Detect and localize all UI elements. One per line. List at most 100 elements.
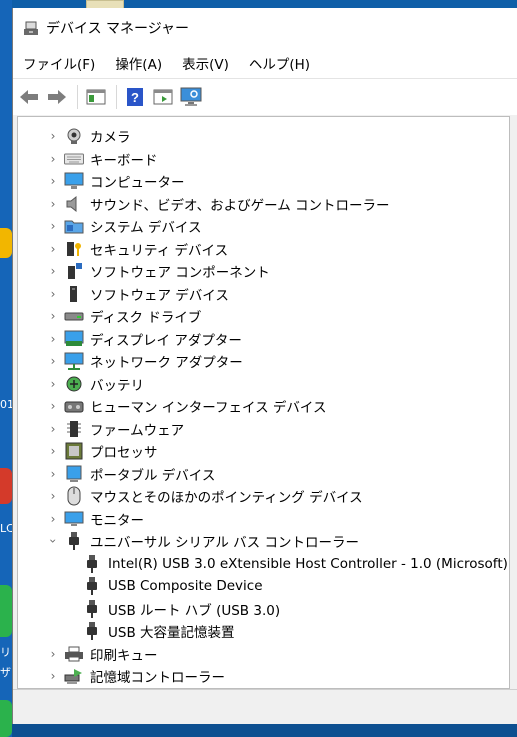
tree-item-label: ポータブル デバイス: [90, 467, 216, 484]
tree-item-label: ディスプレイ アダプター: [90, 332, 242, 349]
back-arrow-icon: [20, 90, 38, 104]
expand-chevron-icon[interactable]: ›: [46, 422, 60, 436]
tree-item-label: サウンド、ビデオ、およびゲーム コントローラー: [90, 197, 390, 214]
desktop-label: リ: [0, 646, 11, 659]
scan-hardware-button[interactable]: [179, 85, 203, 109]
tree-child-usb-root-hub[interactable]: USB ルート ハブ (USB 3.0): [18, 598, 509, 621]
portable-device-icon: [64, 465, 84, 483]
help-icon: ?: [127, 88, 143, 106]
expand-chevron-icon[interactable]: ›: [46, 399, 60, 413]
desktop-icon-yellow: [0, 228, 12, 258]
hid-icon: [64, 397, 84, 415]
expand-chevron-icon[interactable]: ›: [46, 264, 60, 278]
storage-controller-icon: [64, 667, 84, 685]
tree-item-processor[interactable]: › プロセッサ: [18, 440, 509, 463]
expand-chevron-icon[interactable]: ›: [46, 512, 60, 526]
expand-chevron-icon[interactable]: ›: [46, 242, 60, 256]
menu-help[interactable]: ヘルプ(H): [249, 53, 310, 73]
tree-item-label: セキュリティ デバイス: [90, 242, 229, 259]
software-component-icon: [64, 262, 84, 280]
tree-item-label: 記憶域コントローラー: [90, 670, 225, 687]
tree-item-usb[interactable]: › ユニバーサル シリアル バス コントローラー: [18, 530, 509, 553]
expand-chevron-icon[interactable]: ›: [46, 152, 60, 166]
expand-chevron-icon[interactable]: ›: [46, 309, 60, 323]
tree-item-label: プロセッサ: [90, 445, 158, 462]
forward-button[interactable]: [45, 85, 69, 109]
properties-button[interactable]: [84, 85, 108, 109]
svg-text:?: ?: [131, 90, 139, 105]
tree-item-mouse[interactable]: › マウスとそのほかのポインティング デバイス: [18, 485, 509, 508]
menu-view[interactable]: 表示(V): [182, 53, 229, 73]
expand-chevron-icon[interactable]: ›: [46, 669, 60, 683]
tree-item-label: モニター: [90, 512, 144, 529]
tree-item-portable-device[interactable]: › ポータブル デバイス: [18, 463, 509, 486]
tree-item-hid[interactable]: › ヒューマン インターフェイス デバイス: [18, 395, 509, 418]
help-button[interactable]: ?: [123, 85, 147, 109]
expand-chevron-icon[interactable]: ›: [46, 332, 60, 346]
taskbar-edge: [12, 724, 517, 737]
usb-icon: [82, 622, 102, 641]
usb-icon: [82, 554, 102, 573]
toolbar-separator: [116, 85, 117, 109]
security-key-icon: [64, 240, 84, 258]
expand-chevron-icon[interactable]: ›: [46, 467, 60, 481]
tree-item-camera[interactable]: › カメラ: [18, 125, 509, 148]
tree-item-sound[interactable]: › サウンド、ビデオ、およびゲーム コントローラー: [18, 193, 509, 216]
expand-chevron-icon[interactable]: ›: [46, 489, 60, 503]
tree-item-network-adapter[interactable]: › ネットワーク アダプター: [18, 350, 509, 373]
tree-item-label: 印刷キュー: [90, 647, 158, 664]
update-driver-button[interactable]: [151, 85, 175, 109]
tree-item-security[interactable]: › セキュリティ デバイス: [18, 238, 509, 261]
expand-chevron-icon[interactable]: ›: [46, 647, 60, 661]
expand-chevron-icon[interactable]: ›: [46, 197, 60, 211]
expand-chevron-icon[interactable]: ›: [46, 444, 60, 458]
camera-icon: [64, 127, 84, 145]
tree-item-label: ソフトウェア コンポーネント: [90, 265, 270, 282]
expand-chevron-icon[interactable]: ›: [46, 174, 60, 188]
expand-chevron-icon[interactable]: ›: [46, 219, 60, 233]
computer-icon: [64, 172, 84, 190]
tree-item-keyboard[interactable]: › キーボード: [18, 148, 509, 171]
monitor-scan-icon: [180, 87, 202, 106]
menu-file[interactable]: ファイル(F): [23, 53, 95, 73]
expand-chevron-icon[interactable]: ›: [46, 129, 60, 143]
tree-item-label: ソフトウェア デバイス: [90, 287, 229, 304]
tree-item-computer[interactable]: › コンピューター: [18, 170, 509, 193]
usb-icon: [82, 577, 102, 596]
tree-item-monitor[interactable]: › モニター: [18, 508, 509, 531]
disk-drive-icon: [64, 307, 84, 325]
tree-item-display-adapter[interactable]: › ディスプレイ アダプター: [18, 328, 509, 351]
tree-item-label: バッテリ: [90, 377, 144, 394]
tree-item-label: ユニバーサル シリアル バス コントローラー: [90, 535, 359, 552]
tree-item-label: ヒューマン インターフェイス デバイス: [90, 400, 327, 417]
tree-item-software-device[interactable]: › ソフトウェア デバイス: [18, 283, 509, 306]
update-driver-icon: [153, 89, 173, 105]
tree-item-software-component[interactable]: › ソフトウェア コンポーネント: [18, 260, 509, 283]
tree-item-firmware[interactable]: › ファームウェア: [18, 418, 509, 441]
expand-chevron-icon[interactable]: ›: [46, 377, 60, 391]
menu-bar: ファイル(F) 操作(A) 表示(V) ヘルプ(H): [13, 48, 517, 78]
toolbar: ?: [13, 78, 517, 115]
expand-chevron-icon[interactable]: ›: [46, 287, 60, 301]
back-button[interactable]: [17, 85, 41, 109]
tree-item-battery[interactable]: › バッテリ: [18, 373, 509, 396]
tree-child-usb-mass-storage[interactable]: USB 大容量記憶装置: [18, 620, 509, 643]
tree-child-usb-host-controller[interactable]: Intel(R) USB 3.0 eXtensible Host Control…: [18, 553, 509, 576]
keyboard-icon: [64, 150, 84, 168]
collapse-chevron-icon[interactable]: ›: [46, 534, 60, 548]
tree-item-system[interactable]: › システム デバイス: [18, 215, 509, 238]
tree-item-disk-drive[interactable]: › ディスク ドライブ: [18, 305, 509, 328]
properties-icon: [86, 89, 106, 105]
tree-child-usb-composite[interactable]: USB Composite Device: [18, 575, 509, 598]
tree-item-label: ファームウェア: [90, 422, 185, 439]
expand-chevron-icon[interactable]: ›: [46, 354, 60, 368]
device-tree[interactable]: › カメラ › キーボード › コンピューター › サウンド、ビデオ、およびゲー…: [17, 116, 510, 689]
tree-item-print-queue[interactable]: › 印刷キュー: [18, 643, 509, 666]
tree-item-storage-controller[interactable]: › 記憶域コントローラー: [18, 665, 509, 688]
tree-item-label: キーボード: [90, 152, 158, 169]
menu-action[interactable]: 操作(A): [115, 53, 162, 73]
software-device-icon: [64, 285, 84, 303]
processor-icon: [64, 442, 84, 460]
tree-item-label: マウスとそのほかのポインティング デバイス: [90, 490, 363, 507]
desktop-label: ザ: [0, 666, 11, 679]
